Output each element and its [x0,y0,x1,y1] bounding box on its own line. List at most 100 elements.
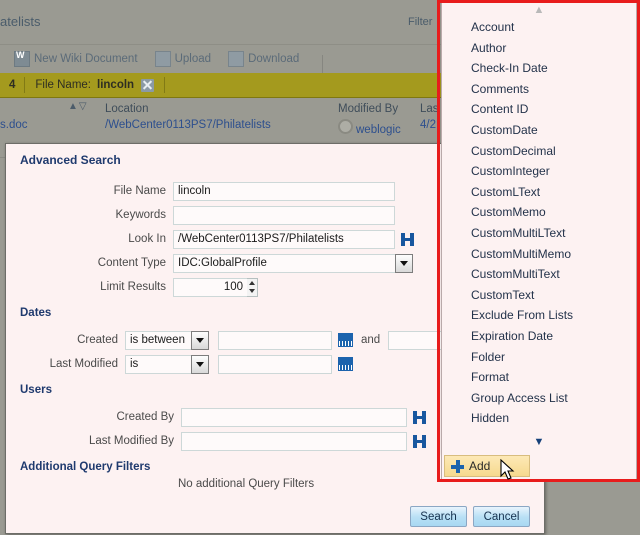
content-type-select[interactable] [173,253,413,273]
upload-button[interactable]: Upload [154,45,225,73]
search-button[interactable]: Search [410,506,467,527]
filter-divider-2 [164,77,166,93]
field-picker-item[interactable]: CustomInteger [471,161,636,182]
file-name-label: File Name [113,185,166,197]
stepper-up-icon[interactable] [249,280,255,285]
keywords-input[interactable] [173,205,395,225]
field-picker-item[interactable]: CustomMemo [471,202,636,223]
row-location[interactable]: /WebCenter0113PS7/Philatelists [105,119,271,131]
row-last-modified: 4/2 [420,119,436,131]
look-in-input[interactable] [173,229,395,249]
content-type-value[interactable] [173,253,395,273]
sort-icons[interactable]: ▲▽ [68,101,88,112]
calendar-icon[interactable] [338,357,353,371]
stepper-down-icon[interactable] [249,289,255,294]
remove-filter-icon[interactable] [141,78,155,92]
chevron-down-icon [400,260,408,266]
last-modified-operator-dropdown-button[interactable] [191,354,209,374]
dialog-title: Advanced Search [20,153,121,167]
filter-label: Filter [408,16,433,28]
field-picker-item[interactable]: Hidden [471,408,636,429]
and-label: and [361,334,381,346]
row-modified-by[interactable]: weblogic [338,119,401,136]
new-wiki-document-label: New Wiki Document [34,53,138,65]
created-operator-select[interactable] [125,330,209,350]
last-modified-date-input[interactable] [218,354,332,374]
no-additional-filters-text: No additional Query Filters [178,478,315,490]
dates-section-header: Dates [20,307,52,319]
created-from-input[interactable] [218,330,332,350]
add-filter-row: Add [441,452,637,482]
column-last-modified[interactable]: Las [420,103,439,115]
mouse-cursor [500,459,515,480]
wiki-document-icon [14,50,30,67]
row-modified-by-label: weblogic [356,124,401,136]
users-section-header: Users [20,384,52,396]
chevron-down-icon [196,361,204,367]
created-by-picker-icon[interactable] [413,410,427,424]
field-picker-item[interactable]: CustomMultiText [471,264,636,285]
page-title: atelists [0,14,41,29]
field-picker-item[interactable]: Expiration Date [471,326,636,347]
field-picker-item[interactable]: CustomLText [471,182,636,203]
created-by-label: Created By [116,411,174,423]
limit-results-label: Limit Results [100,281,166,293]
created-operator-dropdown-button[interactable] [191,330,209,350]
last-modified-label: Last Modified [49,358,118,370]
chevron-down-icon [196,337,204,343]
field-picker-dropdown: ▲ Account Author Check-In Date Comments Cont… [441,2,637,454]
row-file-name[interactable]: s.doc [0,119,28,131]
field-picker-list[interactable]: Account Author Check-In Date Comments Conten… [442,17,636,437]
new-wiki-document-button[interactable]: New Wiki Document [0,45,152,73]
cancel-button[interactable]: Cancel [473,506,530,527]
additional-query-filters-header: Additional Query Filters [20,461,151,473]
toolbar-divider [322,55,324,74]
field-picker-item[interactable]: CustomMultiMemo [471,244,636,265]
field-picker-item[interactable]: Exclude From Lists [471,305,636,326]
filter-field-label: File Name: [35,79,92,91]
last-modified-operator-select[interactable] [125,354,209,374]
content-type-label: Content Type [97,257,166,269]
last-modified-by-label: Last Modified By [88,435,174,447]
created-operator-value[interactable] [125,330,191,350]
created-by-input[interactable] [181,407,407,427]
file-name-input[interactable] [173,181,395,201]
chevron-down-icon[interactable]: ▼ [442,437,636,450]
keywords-label: Keywords [115,209,167,221]
field-picker-item[interactable]: Account [471,17,636,38]
filter-field-value: lincoln [97,79,135,91]
field-picker-item[interactable]: Check-In Date [471,58,636,79]
created-label: Created [77,334,118,346]
look-in-label: Look In [128,233,166,245]
limit-results-stepper[interactable] [247,277,258,297]
add-button[interactable]: Add [444,455,530,477]
plus-icon [451,459,464,473]
result-count: 4 [9,79,16,91]
field-picker-item[interactable]: CustomDate [471,120,636,141]
upload-icon [154,51,171,67]
field-picker-item[interactable]: CustomText [471,285,636,306]
field-picker-item[interactable]: CustomDecimal [471,141,636,162]
last-modified-operator-value[interactable] [125,354,191,374]
field-picker-item[interactable]: CustomMultiLText [471,223,636,244]
field-picker-item[interactable]: Author [471,38,636,59]
content-type-dropdown-button[interactable] [395,253,413,273]
last-modified-by-input[interactable] [181,431,407,451]
field-picker-item[interactable]: Format [471,367,636,388]
look-in-picker-icon[interactable] [401,232,415,246]
column-location[interactable]: Location [105,103,148,115]
calendar-icon[interactable] [338,333,353,347]
limit-results-input[interactable] [173,277,247,297]
upload-label: Upload [174,53,212,65]
last-modified-by-picker-icon[interactable] [413,434,427,448]
field-picker-item[interactable]: Content ID [471,99,636,120]
add-button-label: Add [469,459,491,473]
download-button[interactable]: Download [228,45,313,73]
column-modified-by[interactable]: Modified By [338,103,398,115]
field-picker-item[interactable]: Group Access List [471,388,636,409]
field-picker-item[interactable]: Folder [471,347,636,368]
download-label: Download [248,53,300,65]
user-icon [338,119,353,134]
field-picker-item[interactable]: Comments [471,79,636,100]
download-icon [228,51,245,67]
